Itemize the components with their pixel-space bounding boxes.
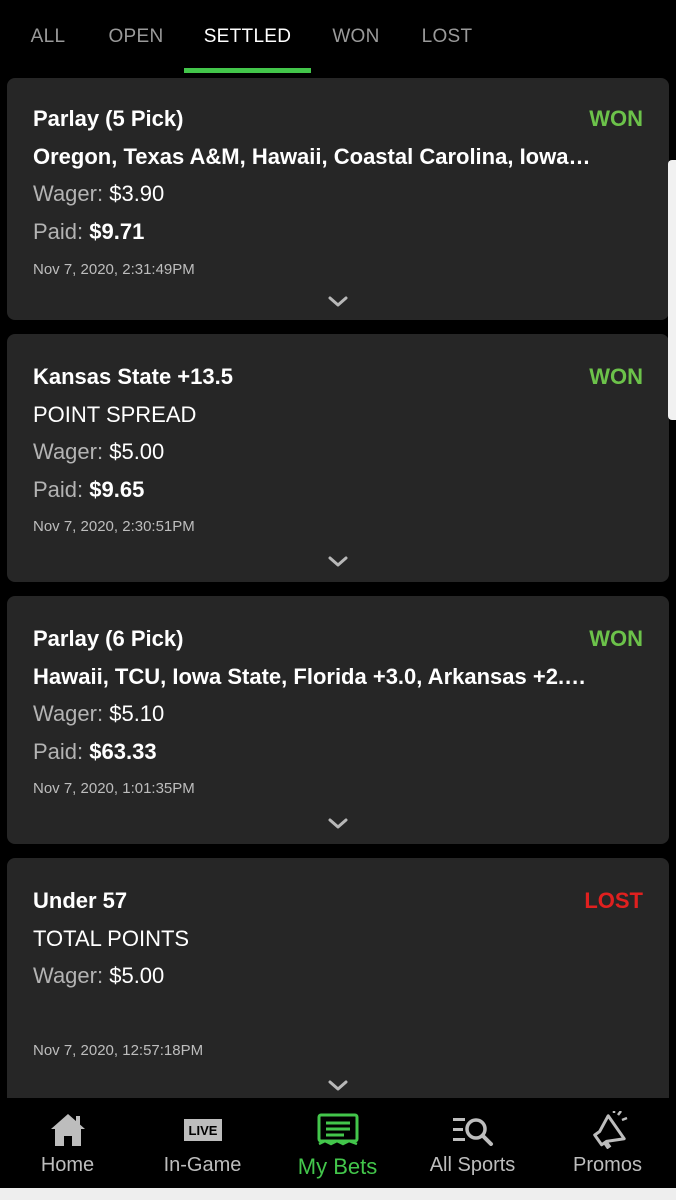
nav-label: All Sports bbox=[429, 1154, 516, 1176]
app-screen: ALL OPEN SETTLED WON LOST Parlay (5 Pick… bbox=[0, 0, 676, 1200]
nav-promos[interactable]: Promos bbox=[540, 1098, 675, 1188]
bet-status-badge: LOST bbox=[584, 888, 643, 913]
paid-row: Paid: $63.33 bbox=[33, 739, 157, 765]
bet-status-badge: WON bbox=[589, 106, 643, 131]
scrollbar[interactable] bbox=[668, 160, 676, 420]
nav-label: My Bets bbox=[297, 1154, 378, 1179]
wager-amount: $5.10 bbox=[109, 701, 165, 726]
bet-timestamp: Nov 7, 2020, 12:57:18PM bbox=[33, 1042, 204, 1059]
nav-all-sports[interactable]: All Sports bbox=[405, 1098, 540, 1188]
settled-bets-list[interactable]: Parlay (5 Pick) WON Oregon, Texas A&M, H… bbox=[0, 74, 676, 1098]
tab-won[interactable]: WON bbox=[318, 0, 394, 74]
tab-all[interactable]: ALL bbox=[14, 0, 82, 74]
paid-row: Paid: $9.71 bbox=[33, 219, 144, 245]
bet-card[interactable]: Parlay (6 Pick) WON Hawaii, TCU, Iowa St… bbox=[7, 596, 669, 844]
paid-amount: $63.33 bbox=[89, 739, 157, 764]
home-icon bbox=[50, 1114, 85, 1146]
wager-amount: $5.00 bbox=[109, 439, 165, 464]
paid-label: Paid: bbox=[33, 477, 84, 502]
paid-row: Paid: $9.65 bbox=[33, 477, 144, 503]
paid-label: Paid: bbox=[33, 219, 84, 244]
wager-label: Wager: bbox=[33, 181, 104, 206]
paid-amount: $9.65 bbox=[89, 477, 145, 502]
nav-label: Promos bbox=[573, 1154, 642, 1176]
bet-title: Parlay (6 Pick) bbox=[33, 626, 184, 651]
tab-settled[interactable]: SETTLED bbox=[184, 0, 311, 74]
bet-status-badge: WON bbox=[589, 626, 643, 651]
bet-timestamp: Nov 7, 2020, 2:31:49PM bbox=[33, 261, 195, 278]
bet-card[interactable]: Kansas State +13.5 WON POINT SPREAD Wage… bbox=[7, 334, 669, 582]
bottom-navigation: Home LIVE In-Game My Bets All Sports Pro… bbox=[0, 1098, 676, 1188]
sports-search-icon bbox=[452, 1118, 493, 1146]
system-gesture-bar bbox=[0, 1188, 676, 1200]
tab-lost[interactable]: LOST bbox=[410, 0, 484, 74]
nav-my-bets[interactable]: My Bets bbox=[270, 1098, 405, 1188]
wager-row: Wager: $5.00 bbox=[33, 963, 164, 989]
tab-open[interactable]: OPEN bbox=[96, 0, 176, 74]
live-badge-text: LIVE bbox=[188, 1123, 217, 1138]
wager-label: Wager: bbox=[33, 439, 104, 464]
paid-label: Paid: bbox=[33, 739, 84, 764]
bet-card[interactable]: Under 57 LOST TOTAL POINTS Wager: $5.00 … bbox=[7, 858, 669, 1098]
megaphone-icon bbox=[592, 1111, 627, 1149]
wager-label: Wager: bbox=[33, 963, 104, 988]
active-tab-indicator bbox=[184, 68, 311, 73]
chevron-down-icon[interactable] bbox=[326, 554, 350, 570]
wager-row: Wager: $3.90 bbox=[33, 181, 164, 207]
bet-title: Parlay (5 Pick) bbox=[33, 106, 184, 131]
wager-amount: $3.90 bbox=[109, 181, 165, 206]
wager-row: Wager: $5.00 bbox=[33, 439, 164, 465]
bet-selections: Hawaii, TCU, Iowa State, Florida +3.0, A… bbox=[33, 664, 593, 689]
bet-slip-icon bbox=[317, 1113, 358, 1146]
bet-timestamp: Nov 7, 2020, 1:01:35PM bbox=[33, 780, 195, 797]
wager-amount: $5.00 bbox=[109, 963, 165, 988]
bet-market-type: TOTAL POINTS bbox=[33, 926, 190, 951]
nav-home[interactable]: Home bbox=[0, 1098, 135, 1188]
bet-title: Under 57 bbox=[33, 888, 128, 913]
paid-amount: $9.71 bbox=[89, 219, 145, 244]
chevron-down-icon[interactable] bbox=[326, 1078, 350, 1094]
chevron-down-icon[interactable] bbox=[326, 816, 350, 832]
chevron-down-icon[interactable] bbox=[326, 294, 350, 310]
nav-in-game[interactable]: LIVE In-Game bbox=[135, 1098, 270, 1188]
wager-label: Wager: bbox=[33, 701, 104, 726]
bet-selections: Oregon, Texas A&M, Hawaii, Coastal Carol… bbox=[33, 144, 593, 169]
bet-card[interactable]: Parlay (5 Pick) WON Oregon, Texas A&M, H… bbox=[7, 78, 669, 320]
bet-market-type: POINT SPREAD bbox=[33, 402, 197, 427]
bet-timestamp: Nov 7, 2020, 2:30:51PM bbox=[33, 518, 195, 535]
bet-filter-tabs: ALL OPEN SETTLED WON LOST bbox=[0, 0, 676, 74]
bet-title: Kansas State +13.5 bbox=[33, 364, 233, 389]
wager-row: Wager: $5.10 bbox=[33, 701, 164, 727]
bet-status-badge: WON bbox=[589, 364, 643, 389]
nav-label: In-Game bbox=[163, 1154, 242, 1176]
nav-label: Home bbox=[40, 1154, 95, 1176]
live-icon: LIVE bbox=[183, 1119, 222, 1141]
